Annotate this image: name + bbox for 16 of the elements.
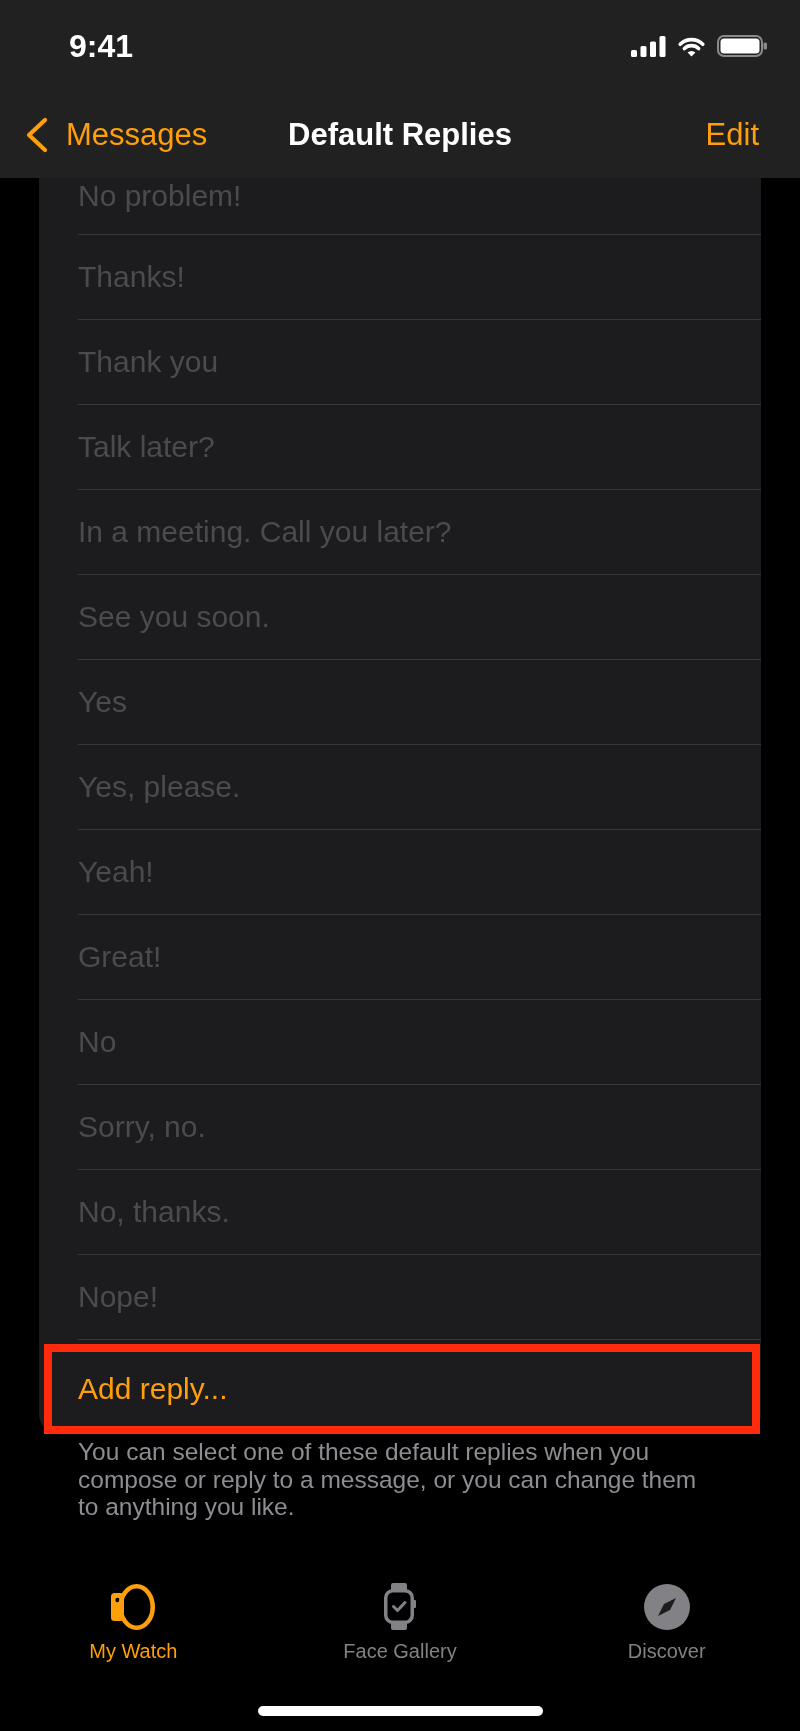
watch-side-icon — [111, 1583, 156, 1630]
back-button[interactable]: Messages — [25, 117, 208, 153]
wifi-icon — [676, 35, 707, 57]
status-time: 9:41 — [69, 28, 134, 64]
chevron-icon — [25, 117, 49, 153]
tab-button[interactable]: Face Gallery — [343, 1583, 457, 1663]
edit-button[interactable]: Edit — [705, 117, 759, 153]
footer-note: You can select one of these default replies when you compose or reply to a message, or you can change them to anything you like. — [78, 1438, 698, 1521]
watch-icon — [384, 1583, 416, 1630]
signal-icon — [631, 35, 666, 57]
add-reply-button[interactable]: Add reply... — [44, 1344, 760, 1434]
nav-title: Default Replies — [288, 117, 512, 153]
battery-icon — [717, 35, 767, 57]
compass-icon — [643, 1583, 690, 1630]
tab-button[interactable]: My Watch — [89, 1583, 178, 1663]
tab-button[interactable]: Discover — [627, 1583, 706, 1663]
